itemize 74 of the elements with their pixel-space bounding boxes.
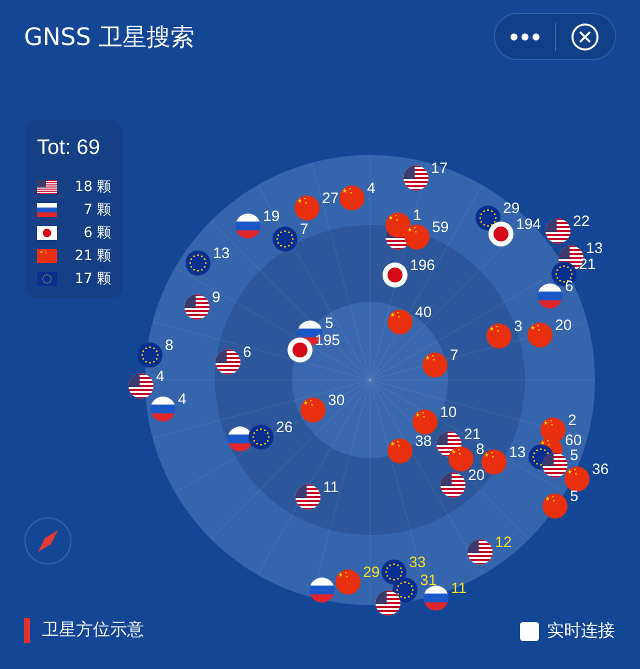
- satellite-number: 12: [495, 535, 512, 550]
- satellite-number: 9: [212, 290, 220, 305]
- page-title: GNSS 卫星搜索: [24, 22, 195, 52]
- count-label: 21 颗: [74, 246, 111, 266]
- flag-icon: [545, 218, 571, 244]
- satellite-number: 13: [213, 246, 230, 261]
- satellite-number: 8: [165, 338, 174, 353]
- live-connection-checkbox[interactable]: 实时连接: [520, 619, 615, 644]
- total-count: Tot: 69: [37, 135, 102, 161]
- satellite-number: 7: [300, 222, 308, 237]
- count-label: 18 颗: [74, 178, 111, 196]
- satellite-number: 60: [565, 433, 582, 448]
- satellite-number: 38: [415, 434, 432, 449]
- satellite-number: 27: [322, 191, 339, 206]
- satellite-number: 196: [410, 258, 436, 273]
- flag-icon: [287, 337, 313, 363]
- flag-icon: [309, 577, 335, 603]
- satellite-number: 5: [570, 448, 578, 463]
- satellite-number: 59: [432, 220, 449, 235]
- flag-icon: [235, 213, 261, 239]
- satellite-number: 17: [431, 161, 448, 176]
- satellite-number: 194: [516, 217, 542, 232]
- satellite-number: 13: [509, 445, 526, 460]
- count-label: 7 颗: [84, 200, 111, 220]
- satellite-number: 195: [315, 333, 340, 348]
- satellite-number: 30: [328, 393, 345, 408]
- satellite-number: 33: [409, 555, 426, 570]
- more-icon[interactable]: [510, 32, 540, 40]
- flag-icon: [488, 221, 514, 247]
- satellite-number: 2: [568, 413, 576, 428]
- satellite-number: 29: [363, 565, 380, 580]
- flag-icon: [564, 466, 590, 492]
- satellite-number: 31: [420, 573, 437, 588]
- satellite-number: 4: [178, 392, 186, 407]
- satellite-number: 22: [573, 214, 590, 229]
- flag-icon: [37, 249, 57, 263]
- satellite-number: 26: [276, 420, 293, 435]
- satellite-number: 36: [592, 462, 609, 477]
- satellite-number: 7: [450, 348, 458, 363]
- satellite-number: 8: [476, 442, 484, 457]
- flag-icon: [137, 342, 163, 368]
- satellite-number: 1: [413, 208, 422, 223]
- count-label: 17 颗: [74, 270, 111, 288]
- satellite-number: 5: [570, 489, 578, 504]
- satellite-number: 21: [464, 427, 481, 442]
- satellite-number: 4: [367, 181, 376, 196]
- satellite-number: 10: [440, 405, 457, 420]
- satellite-number: 13: [586, 241, 603, 256]
- flag-icon: [537, 283, 563, 309]
- satellite-number: 20: [555, 318, 572, 333]
- satellite-number: 4: [156, 369, 164, 384]
- satellite-number: 19: [263, 209, 280, 224]
- satellite-number: 6: [565, 279, 574, 294]
- close-icon[interactable]: [571, 22, 599, 50]
- count-label: 6 颗: [84, 224, 111, 242]
- flag-icon: [37, 272, 57, 286]
- flag-icon: [37, 180, 57, 194]
- satellite-number: 5: [325, 316, 334, 331]
- flag-icon: [423, 585, 449, 611]
- satellite-number: 40: [415, 305, 432, 320]
- satellite-number: 11: [451, 581, 467, 596]
- flag-icon: [37, 203, 57, 217]
- satellite-number: 6: [243, 345, 252, 360]
- satellite-number: 29: [503, 201, 520, 216]
- flag-icon: [150, 396, 176, 422]
- flag-icon: [37, 226, 57, 240]
- satellite-number: 20: [468, 468, 485, 483]
- flag-icon: [382, 262, 408, 288]
- caption: 卫星方位示意: [42, 619, 144, 642]
- satellite-number: 3: [514, 319, 522, 334]
- flag-icon: [128, 373, 154, 399]
- caption-marker: [24, 618, 30, 644]
- satellite-number: 11: [323, 480, 339, 495]
- flag-icon: [375, 590, 401, 616]
